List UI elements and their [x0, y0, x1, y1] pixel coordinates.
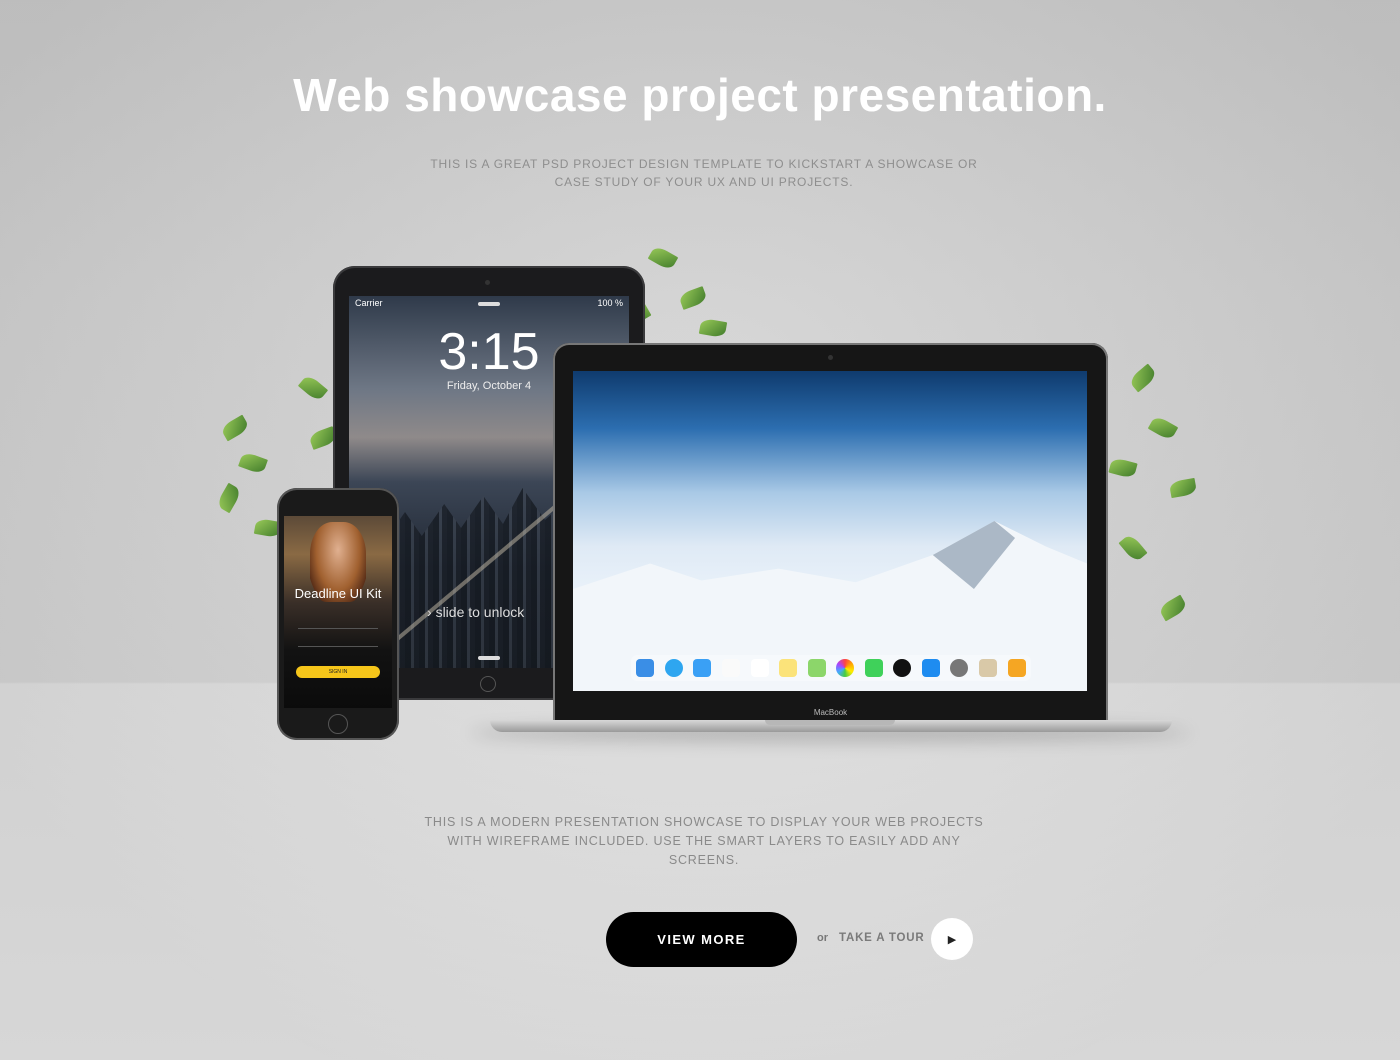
battery-label: 100 % — [597, 298, 623, 308]
safari-icon[interactable] — [664, 659, 683, 677]
login-fields — [298, 628, 378, 629]
play-icon: ▶ — [947, 933, 957, 946]
dock — [631, 655, 1031, 681]
page-title: Web showcase project presentation. — [293, 69, 1107, 121]
app-title: Deadline UI Kit — [294, 586, 382, 601]
notes-icon[interactable] — [779, 659, 798, 677]
sign-in-button[interactable]: SIGN IN — [296, 666, 380, 678]
macbook-camera — [828, 355, 833, 360]
mail-icon[interactable] — [693, 659, 712, 677]
photos-icon[interactable] — [836, 659, 855, 677]
iphone-device: Deadline UI Kit SIGN IN — [277, 488, 399, 740]
finder-icon[interactable] — [636, 659, 655, 677]
music-icon[interactable] — [721, 659, 740, 677]
ipad-home-button — [480, 676, 496, 692]
macbook-notch — [765, 720, 895, 725]
ipad-camera — [485, 280, 490, 285]
iphone-screen: Deadline UI Kit SIGN IN — [284, 516, 392, 708]
view-more-button[interactable]: VIEW MORE — [606, 912, 797, 967]
macbook-screen — [573, 371, 1087, 691]
maps-icon[interactable] — [807, 659, 826, 677]
contacts-icon[interactable] — [979, 659, 998, 677]
take-tour-link[interactable]: TAKE A TOUR — [839, 932, 924, 944]
iphone-home-button — [328, 714, 348, 734]
play-button[interactable]: ▶ — [931, 918, 973, 960]
macbook-device: MacBook — [553, 343, 1108, 723]
macbook-label: MacBook — [813, 708, 848, 717]
settings-icon[interactable] — [950, 659, 969, 677]
clock-icon[interactable] — [893, 659, 912, 677]
home-icon[interactable] — [1007, 659, 1026, 677]
carrier-label: Carrier — [355, 298, 383, 308]
description: THIS IS A MODERN PRESENTATION SHOWCASE T… — [424, 815, 984, 867]
calendar-icon[interactable] — [750, 659, 769, 677]
chevron-right-icon: › — [427, 604, 436, 620]
slide-to-unlock[interactable]: › slide to unlock — [427, 604, 524, 620]
or-label: or — [817, 932, 828, 944]
appstore-icon[interactable] — [921, 659, 940, 677]
page-subtitle: THIS IS A GREAT PSD PROJECT DESIGN TEMPL… — [430, 157, 978, 189]
messages-icon[interactable] — [864, 659, 883, 677]
